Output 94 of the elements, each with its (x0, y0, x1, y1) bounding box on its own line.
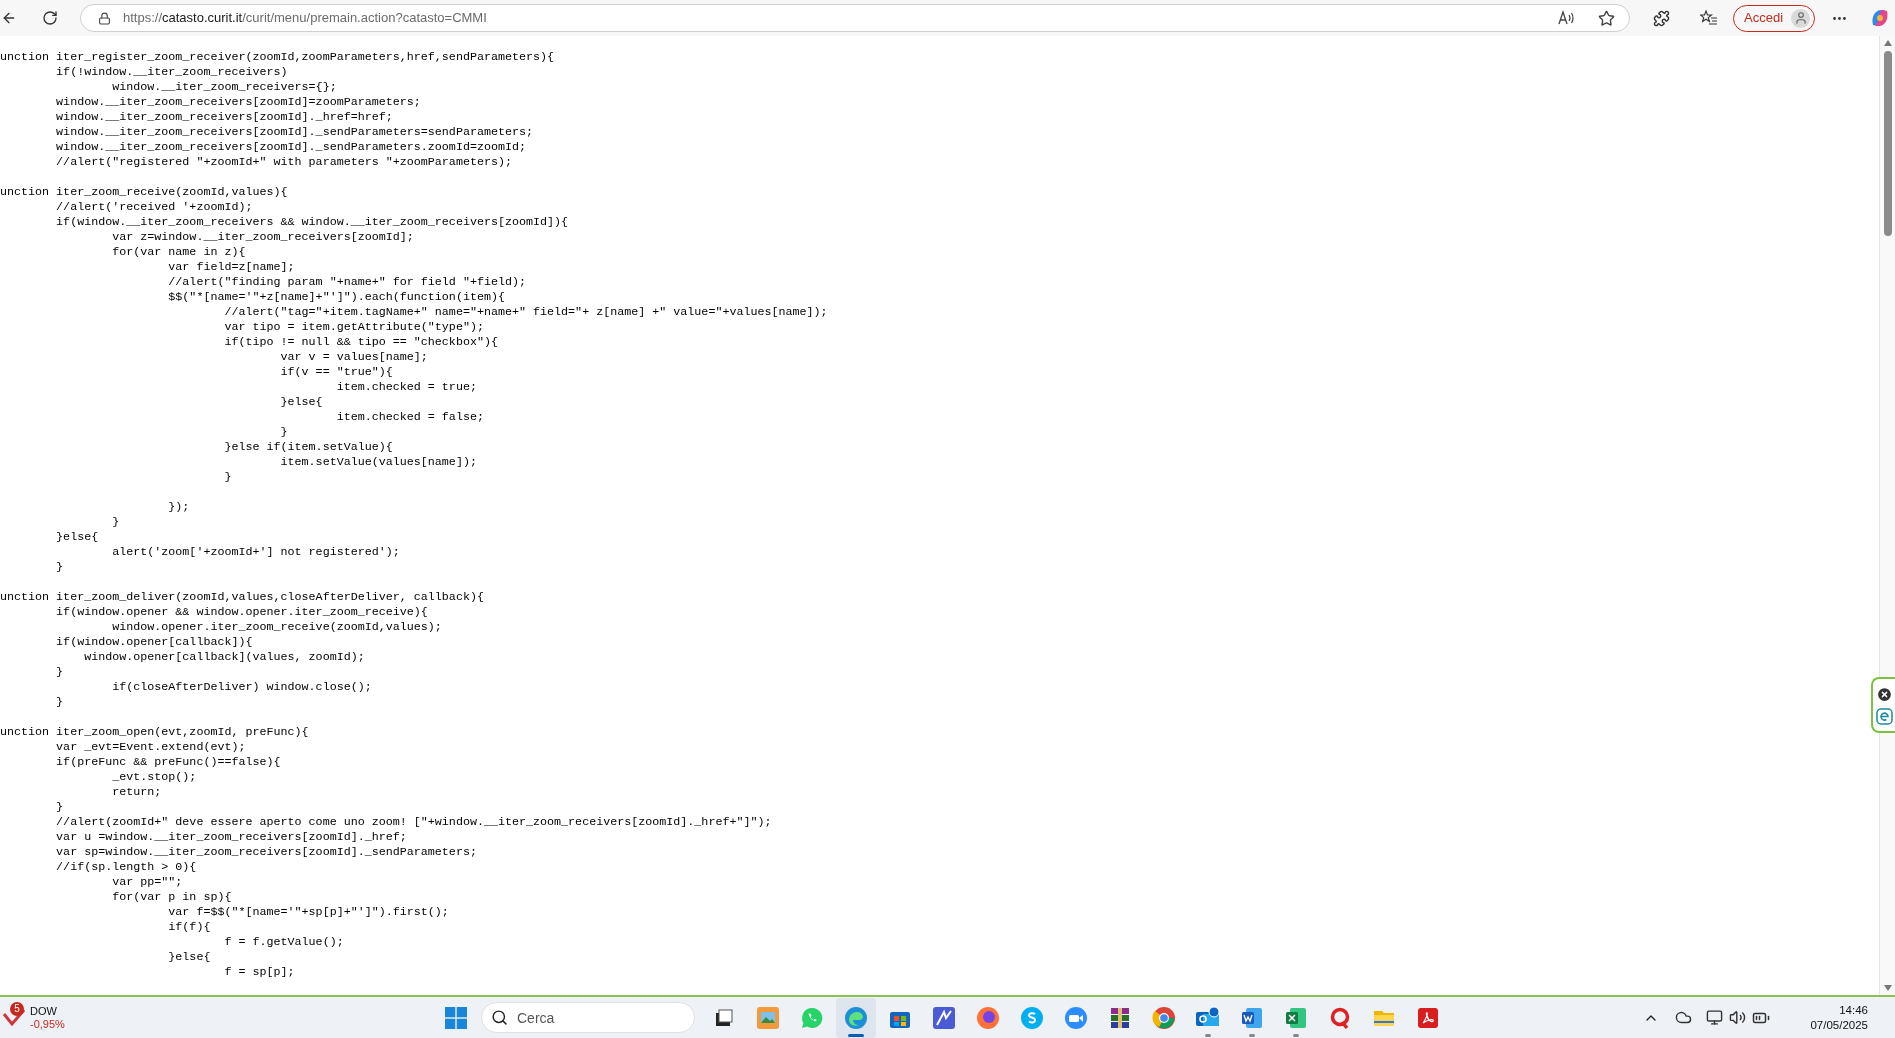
code-line: if(v == "true"){ (279, 365, 393, 380)
scrollbar-thumb[interactable] (1883, 51, 1892, 236)
cloud-icon[interactable] (1675, 1009, 1693, 1026)
code-line: } (55, 695, 64, 710)
code-line: //alert("registered "+zoomId+" with parameters "+zoomParameters); (55, 155, 512, 170)
code-line: if(closeAfterDeliver) window.close(); (111, 680, 372, 695)
scroll-up-icon[interactable] (1883, 40, 1892, 46)
code-line: for(var p in sp){ (111, 890, 232, 905)
search-icon (491, 1009, 508, 1026)
close-icon[interactable] (1875, 685, 1893, 703)
code-line: }else{ (167, 950, 211, 965)
code-line: //alert(zoomId+" deve essere aperto come uno zoom! ["+window.__iter_zoom_receivers[zoomId]._href+"]"); (55, 815, 772, 830)
avatar-icon (1791, 8, 1811, 28)
code-line: unction iter_zoom_open(evt,zoomId, preFunc){ (0, 725, 309, 740)
volume-icon[interactable] (1729, 1009, 1747, 1026)
code-line: } (111, 515, 120, 530)
code-line: var tipo = item.getAttribute("type"); (223, 320, 484, 335)
code-line: }else{ (55, 530, 99, 545)
code-line: var v = values[name]; (279, 350, 428, 365)
code-line: f = f.getValue(); (223, 935, 344, 950)
code-line: var pp=""; (111, 875, 183, 890)
favorites-list-icon[interactable] (1700, 10, 1718, 26)
lock-icon (98, 11, 111, 25)
code-line: } (55, 665, 64, 680)
spreadsheet-app-icon (1284, 1005, 1308, 1030)
code-line: window.opener.iter_zoom_receive(zoomId,values); (111, 620, 442, 635)
code-line: if(window.opener && window.opener.iter_zoom_receive){ (55, 605, 428, 620)
favorite-star-icon[interactable] (1598, 9, 1615, 27)
network-icon[interactable] (1706, 1009, 1724, 1026)
code-line: alert('zoom['+zoomId+'] not registered'); (111, 545, 400, 560)
code-line: window.__iter_zoom_receivers={}; (111, 80, 337, 95)
notification-badge: 5 (10, 1001, 24, 1016)
chat-bubble-icon (800, 1005, 824, 1030)
wave-browser-icon (844, 1005, 868, 1030)
code-line: }); (167, 500, 190, 515)
code-line: if(window.__iter_zoom_receivers && window.__iter_zoom_receivers[zoomId]){ (55, 215, 569, 230)
code-line: window.opener[callback](values, zoomId); (83, 650, 365, 665)
code-line: if(window.opener[callback]){ (55, 635, 253, 650)
video-camera-icon (1064, 1005, 1088, 1030)
code-line: }else if(item.setValue){ (223, 440, 393, 455)
stock-change: -0,95% (30, 1017, 65, 1031)
start-menu-icon[interactable] (445, 1006, 467, 1029)
code-line: for(var name in z){ (111, 245, 246, 260)
ring-globe-icon (1152, 1005, 1176, 1030)
code-line: var _evt=Event.extend(evt); (55, 740, 246, 755)
code-line: var sp=window.__iter_zoom_receivers[zoomId]._sendParameters; (55, 845, 477, 860)
code-line: unction iter_zoom_receive(zoomId,values){ (0, 185, 288, 200)
code-line: window.__iter_zoom_receivers[zoomId]._sendParameters=sendParameters; (55, 125, 534, 140)
code-line: if(f){ (167, 920, 211, 935)
pdf-app-icon (1416, 1005, 1440, 1030)
code-line: }else{ (279, 395, 323, 410)
code-line: window.__iter_zoom_receivers[zoomId]=zoomParameters; (55, 95, 421, 110)
code-line: var field=z[name]; (167, 260, 295, 275)
code-line: var z=window.__iter_zoom_receivers[zoomId]; (111, 230, 414, 245)
search-field[interactable]: Cerca (481, 1002, 695, 1033)
code-line: unction iter_register_zoom_receiver(zoomId,zoomParameters,href,sendParameters){ (0, 50, 555, 65)
code-line: if(tipo != null && tipo == "checkbox"){ (223, 335, 498, 350)
code-line: } (279, 425, 288, 440)
code-line: var f=$$("*[name='"+sp[p]+"']").first(); (167, 905, 449, 920)
code-line: //alert('received '+zoomId); (55, 200, 253, 215)
clock[interactable]: 14:46 07/05/2025 (1810, 1002, 1868, 1033)
code-line: } (223, 470, 232, 485)
code-line: if(preFunc && preFunc()==false){ (55, 755, 281, 770)
code-line: item.checked = false; (335, 410, 484, 425)
code-line: window.__iter_zoom_receivers[zoomId]._href=href; (55, 110, 393, 125)
extensions-icon[interactable] (1653, 9, 1670, 27)
code-line: return; (111, 785, 162, 800)
back-icon[interactable] (1, 10, 17, 26)
code-line: $$("*[name='"+z[name]+"']").each(function(item){ (167, 290, 505, 305)
code-line: window.__iter_zoom_receivers[zoomId]._sendParameters.zoomId=zoomId; (55, 140, 527, 155)
pen-app-icon (932, 1005, 956, 1030)
code-line: if(!window.__iter_zoom_receivers) (55, 65, 288, 80)
window-stack-icon (714, 1007, 734, 1028)
code-line: var u =window.__iter_zoom_receivers[zoomId]._href; (55, 830, 407, 845)
read-aloud-icon[interactable] (1558, 10, 1576, 26)
address-bar[interactable]: https://catasto.curit.it/curit/menu/premain.action?catasto=CMMI (80, 4, 1630, 32)
picture-app-icon (756, 1005, 780, 1030)
code-line: } (55, 800, 64, 815)
code-line: //alert("finding param "+name+" for field "+field); (167, 275, 527, 290)
url-text[interactable]: https://catasto.curit.it/curit/menu/premain.action?catasto=CMMI (123, 8, 487, 28)
scroll-down-icon[interactable] (1883, 985, 1892, 991)
code-line: //alert("tag="+item.tagName+" name="+name+" field="+ z[name] +" value="+values[name]); (223, 305, 828, 320)
books-stack-icon (1108, 1005, 1132, 1030)
reload-icon[interactable] (42, 10, 58, 26)
code-line: item.checked = true; (335, 380, 477, 395)
document-app-icon (1240, 1005, 1264, 1030)
code-line: unction iter_zoom_deliver(zoomId,values,closeAfterDeliver, callback){ (0, 590, 484, 605)
code-line: f = sp[p]; (223, 965, 295, 980)
stock-name: DOW (30, 1004, 58, 1018)
code-line: item.setValue(values[name]); (279, 455, 477, 470)
code-line: //if(sp.length > 0){ (55, 860, 197, 875)
code-line: _evt.stop(); (111, 770, 197, 785)
code-line: } (55, 560, 64, 575)
ring-tail-icon (1328, 1005, 1352, 1030)
